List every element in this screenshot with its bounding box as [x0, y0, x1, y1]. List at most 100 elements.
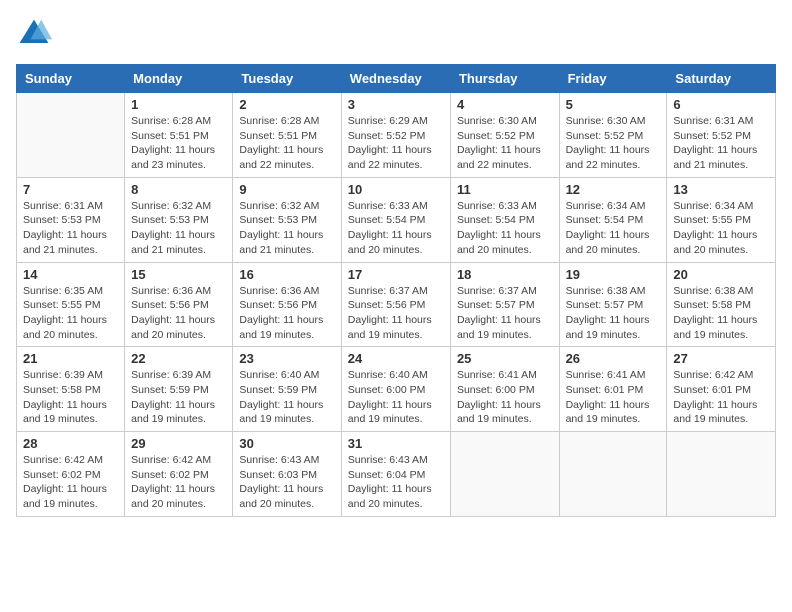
- day-number: 2: [239, 97, 334, 112]
- calendar-cell: 13 Sunrise: 6:34 AM Sunset: 5:55 PM Dayli…: [667, 177, 776, 262]
- logo-icon: [16, 16, 52, 52]
- calendar-cell: 1Sunrise: 6:28 AM Sunset: 5:51 PM Daylig…: [125, 93, 233, 178]
- day-info: Sunrise: 6:37 AM Sunset: 5:56 PM Dayligh…: [348, 284, 444, 343]
- calendar-cell: 29 Sunrise: 6:42 AM Sunset: 6:02 PM Dayli…: [125, 432, 233, 517]
- calendar-cell: 3 Sunrise: 6:29 AM Sunset: 5:52 PM Daylig…: [341, 93, 450, 178]
- day-info: Sunrise: 6:42 AM Sunset: 6:02 PM Dayligh…: [23, 453, 118, 512]
- calendar-cell: 14Sunrise: 6:35 AM Sunset: 5:55 PM Dayli…: [17, 262, 125, 347]
- calendar-week-3: 14Sunrise: 6:35 AM Sunset: 5:55 PM Dayli…: [17, 262, 776, 347]
- day-number: 16: [239, 267, 334, 282]
- calendar-cell: 2Sunrise: 6:28 AM Sunset: 5:51 PM Daylig…: [233, 93, 341, 178]
- day-info: Sunrise: 6:30 AM Sunset: 5:52 PM Dayligh…: [457, 114, 553, 173]
- calendar-cell: 24 Sunrise: 6:40 AM Sunset: 6:00 PM Dayli…: [341, 347, 450, 432]
- calendar-cell: 7 Sunrise: 6:31 AM Sunset: 5:53 PM Daylig…: [17, 177, 125, 262]
- day-info: Sunrise: 6:29 AM Sunset: 5:52 PM Dayligh…: [348, 114, 444, 173]
- day-info: Sunrise: 6:42 AM Sunset: 6:02 PM Dayligh…: [131, 453, 226, 512]
- day-number: 30: [239, 436, 334, 451]
- day-info: Sunrise: 6:28 AM Sunset: 5:51 PM Dayligh…: [131, 114, 226, 173]
- day-number: 25: [457, 351, 553, 366]
- page-header: [16, 16, 776, 52]
- calendar-week-2: 7 Sunrise: 6:31 AM Sunset: 5:53 PM Daylig…: [17, 177, 776, 262]
- day-number: 27: [673, 351, 769, 366]
- calendar-cell: 31 Sunrise: 6:43 AM Sunset: 6:04 PM Dayli…: [341, 432, 450, 517]
- day-number: 17: [348, 267, 444, 282]
- day-number: 7: [23, 182, 118, 197]
- calendar-cell: [667, 432, 776, 517]
- calendar-cell: 27 Sunrise: 6:42 AM Sunset: 6:01 PM Dayli…: [667, 347, 776, 432]
- day-info: Sunrise: 6:31 AM Sunset: 5:52 PM Dayligh…: [673, 114, 769, 173]
- weekday-header-row: SundayMondayTuesdayWednesdayThursdayFrid…: [17, 65, 776, 93]
- day-info: Sunrise: 6:32 AM Sunset: 5:53 PM Dayligh…: [131, 199, 226, 258]
- calendar-week-4: 21 Sunrise: 6:39 AM Sunset: 5:58 PM Dayli…: [17, 347, 776, 432]
- day-number: 6: [673, 97, 769, 112]
- day-info: Sunrise: 6:39 AM Sunset: 5:58 PM Dayligh…: [23, 368, 118, 427]
- day-number: 15: [131, 267, 226, 282]
- day-info: Sunrise: 6:40 AM Sunset: 6:00 PM Dayligh…: [348, 368, 444, 427]
- calendar-cell: 9 Sunrise: 6:32 AM Sunset: 5:53 PM Daylig…: [233, 177, 341, 262]
- day-info: Sunrise: 6:36 AM Sunset: 5:56 PM Dayligh…: [239, 284, 334, 343]
- day-info: Sunrise: 6:33 AM Sunset: 5:54 PM Dayligh…: [348, 199, 444, 258]
- day-info: Sunrise: 6:42 AM Sunset: 6:01 PM Dayligh…: [673, 368, 769, 427]
- day-number: 13: [673, 182, 769, 197]
- day-info: Sunrise: 6:37 AM Sunset: 5:57 PM Dayligh…: [457, 284, 553, 343]
- calendar-cell: [17, 93, 125, 178]
- calendar-cell: 5Sunrise: 6:30 AM Sunset: 5:52 PM Daylig…: [559, 93, 667, 178]
- day-info: Sunrise: 6:34 AM Sunset: 5:54 PM Dayligh…: [566, 199, 661, 258]
- calendar-week-5: 28 Sunrise: 6:42 AM Sunset: 6:02 PM Dayli…: [17, 432, 776, 517]
- day-number: 11: [457, 182, 553, 197]
- day-number: 21: [23, 351, 118, 366]
- calendar-cell: 26 Sunrise: 6:41 AM Sunset: 6:01 PM Dayli…: [559, 347, 667, 432]
- day-number: 12: [566, 182, 661, 197]
- day-info: Sunrise: 6:31 AM Sunset: 5:53 PM Dayligh…: [23, 199, 118, 258]
- day-info: Sunrise: 6:36 AM Sunset: 5:56 PM Dayligh…: [131, 284, 226, 343]
- day-info: Sunrise: 6:30 AM Sunset: 5:52 PM Dayligh…: [566, 114, 661, 173]
- calendar-cell: 30 Sunrise: 6:43 AM Sunset: 6:03 PM Dayli…: [233, 432, 341, 517]
- calendar-cell: 28 Sunrise: 6:42 AM Sunset: 6:02 PM Dayli…: [17, 432, 125, 517]
- day-number: 22: [131, 351, 226, 366]
- day-info: Sunrise: 6:43 AM Sunset: 6:04 PM Dayligh…: [348, 453, 444, 512]
- calendar-cell: 6 Sunrise: 6:31 AM Sunset: 5:52 PM Daylig…: [667, 93, 776, 178]
- day-info: Sunrise: 6:35 AM Sunset: 5:55 PM Dayligh…: [23, 284, 118, 343]
- day-number: 29: [131, 436, 226, 451]
- calendar-cell: 20Sunrise: 6:38 AM Sunset: 5:58 PM Dayli…: [667, 262, 776, 347]
- weekday-header-tuesday: Tuesday: [233, 65, 341, 93]
- day-number: 8: [131, 182, 226, 197]
- calendar-cell: 22Sunrise: 6:39 AM Sunset: 5:59 PM Dayli…: [125, 347, 233, 432]
- calendar-cell: 8 Sunrise: 6:32 AM Sunset: 5:53 PM Daylig…: [125, 177, 233, 262]
- weekday-header-sunday: Sunday: [17, 65, 125, 93]
- day-info: Sunrise: 6:33 AM Sunset: 5:54 PM Dayligh…: [457, 199, 553, 258]
- day-number: 31: [348, 436, 444, 451]
- weekday-header-wednesday: Wednesday: [341, 65, 450, 93]
- weekday-header-saturday: Saturday: [667, 65, 776, 93]
- day-number: 18: [457, 267, 553, 282]
- calendar-cell: 21 Sunrise: 6:39 AM Sunset: 5:58 PM Dayli…: [17, 347, 125, 432]
- calendar-cell: 12 Sunrise: 6:34 AM Sunset: 5:54 PM Dayli…: [559, 177, 667, 262]
- day-number: 24: [348, 351, 444, 366]
- logo: [16, 16, 56, 52]
- day-number: 20: [673, 267, 769, 282]
- calendar-cell: 15 Sunrise: 6:36 AM Sunset: 5:56 PM Dayli…: [125, 262, 233, 347]
- day-number: 19: [566, 267, 661, 282]
- calendar-cell: 23 Sunrise: 6:40 AM Sunset: 5:59 PM Dayli…: [233, 347, 341, 432]
- calendar-cell: 10Sunrise: 6:33 AM Sunset: 5:54 PM Dayli…: [341, 177, 450, 262]
- day-number: 3: [348, 97, 444, 112]
- calendar-cell: 16 Sunrise: 6:36 AM Sunset: 5:56 PM Dayli…: [233, 262, 341, 347]
- day-number: 9: [239, 182, 334, 197]
- day-info: Sunrise: 6:41 AM Sunset: 6:00 PM Dayligh…: [457, 368, 553, 427]
- calendar-cell: 19 Sunrise: 6:38 AM Sunset: 5:57 PM Dayli…: [559, 262, 667, 347]
- day-info: Sunrise: 6:41 AM Sunset: 6:01 PM Dayligh…: [566, 368, 661, 427]
- calendar-cell: [559, 432, 667, 517]
- weekday-header-monday: Monday: [125, 65, 233, 93]
- calendar-cell: 17 Sunrise: 6:37 AM Sunset: 5:56 PM Dayli…: [341, 262, 450, 347]
- day-info: Sunrise: 6:40 AM Sunset: 5:59 PM Dayligh…: [239, 368, 334, 427]
- day-number: 26: [566, 351, 661, 366]
- weekday-header-friday: Friday: [559, 65, 667, 93]
- day-number: 23: [239, 351, 334, 366]
- calendar-cell: 4 Sunrise: 6:30 AM Sunset: 5:52 PM Daylig…: [450, 93, 559, 178]
- day-number: 4: [457, 97, 553, 112]
- day-info: Sunrise: 6:38 AM Sunset: 5:57 PM Dayligh…: [566, 284, 661, 343]
- day-info: Sunrise: 6:43 AM Sunset: 6:03 PM Dayligh…: [239, 453, 334, 512]
- day-info: Sunrise: 6:32 AM Sunset: 5:53 PM Dayligh…: [239, 199, 334, 258]
- day-info: Sunrise: 6:34 AM Sunset: 5:55 PM Dayligh…: [673, 199, 769, 258]
- day-number: 28: [23, 436, 118, 451]
